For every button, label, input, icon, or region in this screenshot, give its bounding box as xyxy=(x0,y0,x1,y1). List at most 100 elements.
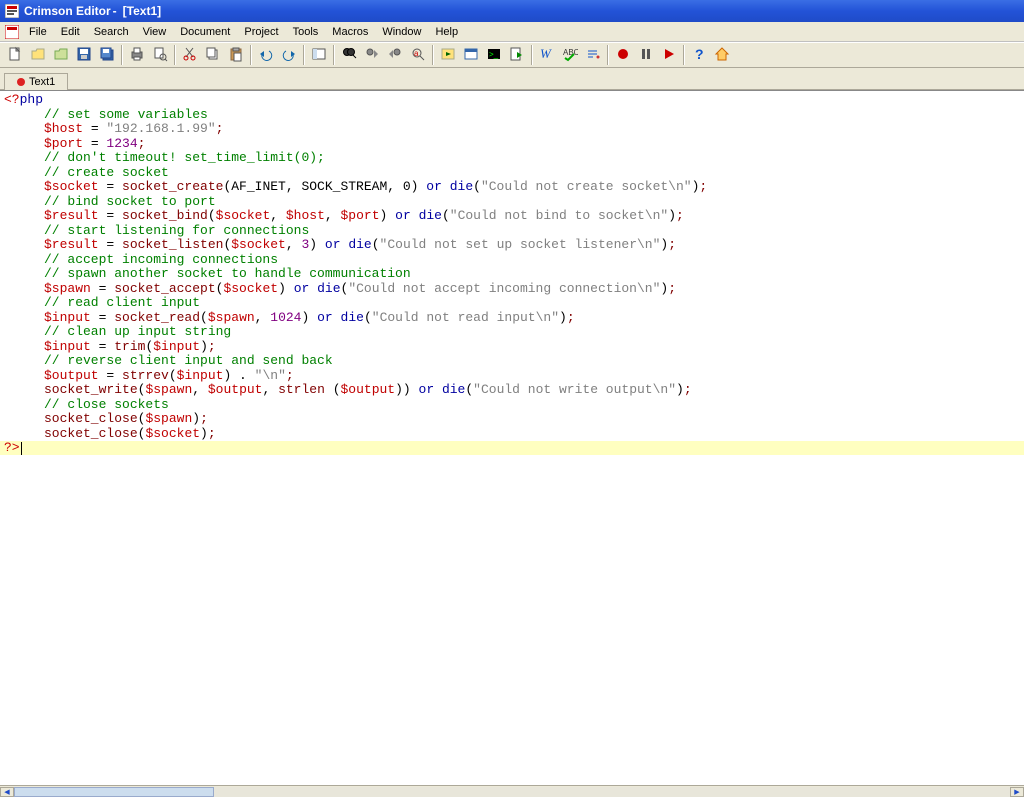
menu-project[interactable]: Project xyxy=(237,24,285,40)
save-icon xyxy=(76,46,92,65)
svg-text:?: ? xyxy=(695,46,704,62)
find-next-button[interactable] xyxy=(361,44,383,66)
svg-text:ABC: ABC xyxy=(563,48,578,57)
word-wrap-button[interactable]: W xyxy=(536,44,558,66)
svg-text:a: a xyxy=(414,49,419,58)
new-file-button[interactable] xyxy=(4,44,26,66)
print-button[interactable] xyxy=(126,44,148,66)
redo-button[interactable] xyxy=(278,44,300,66)
code-line: socket_close($spawn); xyxy=(4,412,1020,427)
code-line: $socket = socket_create(AF_INET, SOCK_ST… xyxy=(4,180,1020,195)
command-button[interactable]: >_ xyxy=(483,44,505,66)
open-folder-button[interactable] xyxy=(50,44,72,66)
code-line: // create socket xyxy=(4,166,1020,181)
editor-area[interactable]: <?php// set some variables$host = "192.1… xyxy=(0,90,1024,785)
menu-view[interactable]: View xyxy=(136,24,174,40)
menu-bar: FileEditSearchViewDocumentProjectToolsMa… xyxy=(0,22,1024,42)
code-line: // bind socket to port xyxy=(4,195,1020,210)
cut-button[interactable] xyxy=(179,44,201,66)
run-external-button[interactable] xyxy=(437,44,459,66)
undo-button[interactable] xyxy=(255,44,277,66)
find-button[interactable] xyxy=(338,44,360,66)
command-icon: >_ xyxy=(486,46,502,65)
toggle-panel-icon xyxy=(311,46,327,65)
menu-tools[interactable]: Tools xyxy=(286,24,326,40)
toolbar: a >_ W ABC? xyxy=(0,42,1024,68)
code-line: $input = socket_read($spawn, 1024) or di… xyxy=(4,311,1020,326)
code-line: // don't timeout! set_time_limit(0); xyxy=(4,151,1020,166)
save-all-button[interactable] xyxy=(96,44,118,66)
menu-macros[interactable]: Macros xyxy=(325,24,375,40)
toolbar-separator xyxy=(303,45,305,65)
toolbar-separator xyxy=(683,45,685,65)
scroll-track[interactable] xyxy=(14,787,1010,797)
browser-button[interactable] xyxy=(460,44,482,66)
menu-help[interactable]: Help xyxy=(428,24,465,40)
text-cursor xyxy=(21,442,22,455)
show-whitespace-icon xyxy=(585,46,601,65)
home-button[interactable] xyxy=(711,44,733,66)
pause-macro-icon xyxy=(638,46,654,65)
code-line: // accept incoming connections xyxy=(4,253,1020,268)
replace-button[interactable]: a xyxy=(407,44,429,66)
tab-text1[interactable]: Text1 xyxy=(4,73,68,90)
copy-button[interactable] xyxy=(202,44,224,66)
find-next-icon xyxy=(364,46,380,65)
code-line: $port = 1234; xyxy=(4,137,1020,152)
browser-icon xyxy=(463,46,479,65)
code-line: $output = strrev($input) . "\n"; xyxy=(4,369,1020,384)
run-external-icon xyxy=(440,46,456,65)
code-line: $result = socket_bind($socket, $host, $p… xyxy=(4,209,1020,224)
scroll-right-arrow-icon[interactable]: ▶ xyxy=(1010,787,1024,797)
scroll-left-arrow-icon[interactable]: ◀ xyxy=(0,787,14,797)
paste-button[interactable] xyxy=(225,44,247,66)
help-button[interactable]: ? xyxy=(688,44,710,66)
open-folder-icon xyxy=(53,46,69,65)
menu-document[interactable]: Document xyxy=(173,24,237,40)
svg-text:W: W xyxy=(540,46,552,61)
toolbar-separator xyxy=(174,45,176,65)
find-prev-button[interactable] xyxy=(384,44,406,66)
toolbar-separator xyxy=(333,45,335,65)
redo-icon xyxy=(281,46,297,65)
spell-check-icon: ABC xyxy=(562,46,578,65)
code-line: $host = "192.168.1.99"; xyxy=(4,122,1020,137)
show-whitespace-button[interactable] xyxy=(582,44,604,66)
scroll-thumb[interactable] xyxy=(14,787,214,797)
run-script-button[interactable] xyxy=(506,44,528,66)
code-line: // clean up input string xyxy=(4,325,1020,340)
help-icon: ? xyxy=(691,46,707,65)
toggle-panel-button[interactable] xyxy=(308,44,330,66)
menu-window[interactable]: Window xyxy=(375,24,428,40)
title-app-name: Crimson Editor xyxy=(24,4,111,18)
save-button[interactable] xyxy=(73,44,95,66)
print-preview-button[interactable] xyxy=(149,44,171,66)
menu-file[interactable]: File xyxy=(22,24,54,40)
code-line: $spawn = socket_accept($socket) or die("… xyxy=(4,282,1020,297)
play-macro-button[interactable] xyxy=(658,44,680,66)
record-macro-button[interactable] xyxy=(612,44,634,66)
horizontal-scrollbar[interactable]: ◀ ▶ xyxy=(0,785,1024,797)
code-line: // reverse client input and send back xyxy=(4,354,1020,369)
word-wrap-icon: W xyxy=(539,46,555,65)
spell-check-button[interactable]: ABC xyxy=(559,44,581,66)
code-line: $input = trim($input); xyxy=(4,340,1020,355)
code-line: <?php xyxy=(4,93,1020,108)
open-file-button[interactable] xyxy=(27,44,49,66)
undo-icon xyxy=(258,46,274,65)
toolbar-separator xyxy=(250,45,252,65)
run-script-icon xyxy=(509,46,525,65)
record-macro-icon xyxy=(615,46,631,65)
code-line: socket_close($socket); xyxy=(4,427,1020,442)
paste-icon xyxy=(228,46,244,65)
menu-search[interactable]: Search xyxy=(87,24,136,40)
find-prev-icon xyxy=(387,46,403,65)
document-tabs: Text1 xyxy=(0,68,1024,90)
menu-edit[interactable]: Edit xyxy=(54,24,87,40)
open-file-icon xyxy=(30,46,46,65)
pause-macro-button[interactable] xyxy=(635,44,657,66)
new-file-icon xyxy=(7,46,23,65)
editor-icon xyxy=(4,24,20,40)
play-macro-icon xyxy=(661,46,677,65)
save-all-icon xyxy=(99,46,115,65)
